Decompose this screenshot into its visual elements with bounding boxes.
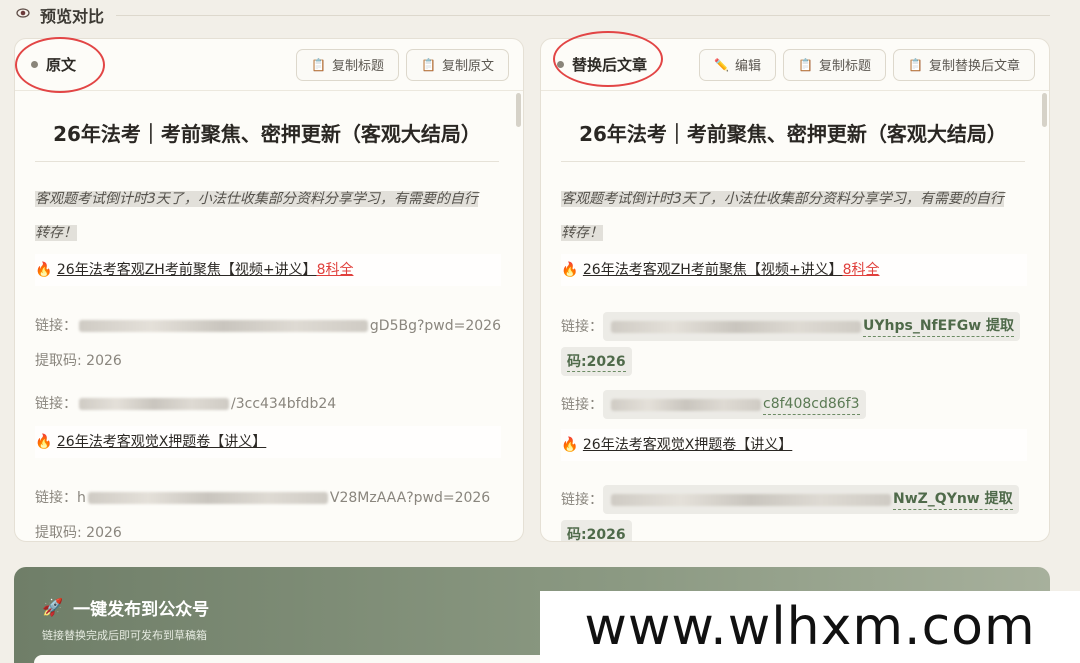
- intro-quote: 客观题考试倒计时3天了，小法仕收集部分资料分享学习，有需要的自行 转存！: [35, 182, 501, 250]
- link-line: 链接： gD5Bg?pwd=2026: [35, 316, 501, 336]
- link-head: h: [77, 490, 86, 506]
- fire-icon: 🔥: [561, 262, 579, 278]
- extract-code: 提取码: 2026: [35, 353, 122, 369]
- replaced-content: 26年法考｜考前聚焦、密押更新（客观大结局） 客观题考试倒计时3天了，小法仕收集…: [541, 92, 1049, 541]
- replaced-link-tag[interactable]: NwZ_QYnw 提取: [603, 485, 1019, 514]
- link-label: 链接：: [561, 318, 603, 335]
- resource-item[interactable]: 🔥 26年法考客观觉X押题卷【讲义】: [35, 426, 501, 458]
- edit-label: 编辑: [735, 59, 762, 74]
- original-panel: 原文 📋 复制标题 📋 复制原文 26年法考｜考前聚焦、密押更新（客观大结局） …: [14, 38, 524, 542]
- resource-item-text: 26年法考客观ZH考前聚焦【视频+讲义】: [56, 262, 317, 278]
- extract-code-tag[interactable]: 码:2026: [561, 347, 632, 376]
- section-divider: [116, 14, 1050, 16]
- redacted-link: [79, 320, 368, 332]
- publish-panel[interactable]: [34, 655, 554, 663]
- link-label: 链接：: [561, 491, 603, 508]
- resource-item-highlight: 8科全: [842, 262, 880, 278]
- section-title: 预览对比: [40, 7, 105, 26]
- redacted-link: [79, 398, 229, 410]
- copy-title-button[interactable]: 📋 复制标题: [296, 48, 400, 81]
- replaced-link-tag[interactable]: c8f408cd86f3: [603, 390, 866, 419]
- clipboard-icon: 📋: [908, 57, 923, 72]
- intro-quote: 客观题考试倒计时3天了，小法仕收集部分资料分享学习，有需要的自行 转存！: [561, 182, 1027, 250]
- extract-code: 码:2026: [567, 524, 626, 541]
- link-line: 链接： NwZ_QYnw 提取: [561, 485, 1027, 514]
- replaced-panel-title: 替换后文章: [572, 56, 648, 74]
- status-dot: [31, 61, 38, 68]
- link-line: 链接： c8f408cd86f3: [561, 390, 1027, 419]
- link-label: 链接：: [561, 396, 603, 413]
- article-title: 26年法考｜考前聚焦、密押更新（客观大结局）: [561, 92, 1025, 162]
- redacted-link: [611, 493, 891, 506]
- clipboard-icon: 📋: [421, 57, 436, 72]
- eye-icon: [16, 6, 30, 24]
- extract-code-row: 码:2026: [561, 347, 1027, 376]
- replaced-link-tag[interactable]: UYhps_NfEFGw 提取: [603, 312, 1021, 341]
- rocket-icon: 🚀: [42, 597, 64, 618]
- watermark: www.wlhxm.com: [540, 591, 1080, 663]
- copy-original-label: 复制原文: [441, 59, 494, 74]
- quote-line-2: 转存！: [35, 225, 77, 241]
- redacted-link: [611, 398, 761, 411]
- resource-item[interactable]: 🔥 26年法考客观ZH考前聚焦【视频+讲义】8科全: [561, 254, 1027, 286]
- publish-title: 一键发布到公众号: [73, 600, 210, 620]
- publish-title-row: 🚀 一键发布到公众号: [42, 595, 210, 621]
- resource-item[interactable]: 🔥 26年法考客观觉X押题卷【讲义】: [561, 429, 1027, 461]
- copy-title-label: 复制标题: [819, 59, 872, 74]
- article-title: 26年法考｜考前聚焦、密押更新（客观大结局）: [35, 92, 499, 162]
- extract-code: 码:2026: [567, 351, 626, 372]
- replaced-panel: 替换后文章 ✏️ 编辑 📋 复制标题 📋 复制替换后文章 26年法考｜考前聚焦、…: [540, 38, 1050, 542]
- copy-replaced-label: 复制替换后文章: [928, 59, 1020, 74]
- copy-replaced-button[interactable]: 📋 复制替换后文章: [893, 48, 1035, 81]
- fire-icon: 🔥: [561, 437, 579, 453]
- resource-item[interactable]: 🔥 26年法考客观ZH考前聚焦【视频+讲义】8科全: [35, 254, 501, 286]
- replaced-panel-header: 替换后文章 ✏️ 编辑 📋 复制标题 📋 复制替换后文章: [541, 39, 1049, 91]
- link-label: 链接：: [35, 396, 77, 412]
- fire-icon: 🔥: [35, 434, 53, 450]
- status-dot: [557, 61, 564, 68]
- pencil-icon: ✏️: [714, 57, 730, 72]
- original-panel-header: 原文 📋 复制标题 📋 复制原文: [15, 39, 523, 91]
- clipboard-icon: 📋: [311, 57, 327, 72]
- clipboard-icon: 📋: [798, 57, 814, 72]
- preview-compare-header: 预览对比: [16, 0, 1050, 30]
- edit-button[interactable]: ✏️ 编辑: [699, 48, 777, 81]
- link-line: 链接： UYhps_NfEFGw 提取: [561, 312, 1027, 341]
- copy-title-label: 复制标题: [332, 59, 385, 74]
- publish-subtitle: 链接替换完成后即可发布到草稿箱: [42, 629, 207, 642]
- extract-code-row: 码:2026: [561, 520, 1027, 541]
- redacted-link: [87, 492, 328, 504]
- link-tail: NwZ_QYnw 提取: [893, 489, 1013, 510]
- link-tail: V28MzAAA?pwd=2026: [329, 490, 491, 506]
- link-line: 链接： /3cc434bfdb24: [35, 394, 501, 414]
- resource-item-text: 26年法考客观觉X押题卷【讲义】: [56, 434, 267, 450]
- original-content: 26年法考｜考前聚焦、密押更新（客观大结局） 客观题考试倒计时3天了，小法仕收集…: [15, 92, 523, 541]
- resource-item-text: 26年法考客观ZH考前聚焦【视频+讲义】: [582, 262, 843, 278]
- link-label: 链接：: [35, 318, 77, 334]
- link-tail: gD5Bg?pwd=2026: [369, 318, 501, 334]
- redacted-link: [611, 320, 861, 333]
- fire-icon: 🔥: [35, 262, 53, 278]
- link-line: 链接： h V28MzAAA?pwd=2026: [35, 488, 501, 508]
- quote-line-2: 转存！: [561, 225, 603, 241]
- quote-line-1: 客观题考试倒计时3天了，小法仕收集部分资料分享学习，有需要的自行: [35, 191, 478, 207]
- extract-code: 提取码: 2026: [35, 525, 122, 541]
- link-tail: c8f408cd86f3: [763, 394, 860, 415]
- original-panel-title: 原文: [46, 56, 77, 74]
- link-tail: UYhps_NfEFGw 提取: [863, 316, 1015, 337]
- link-label: 链接：: [35, 490, 77, 506]
- copy-title-button[interactable]: 📋 复制标题: [783, 48, 887, 81]
- resource-item-text: 26年法考客观觉X押题卷【讲义】: [582, 437, 793, 453]
- extract-code-tag[interactable]: 码:2026: [561, 520, 632, 541]
- copy-original-button[interactable]: 📋 复制原文: [406, 48, 509, 81]
- link-tail: /3cc434bfdb24: [231, 396, 337, 412]
- quote-line-1: 客观题考试倒计时3天了，小法仕收集部分资料分享学习，有需要的自行: [561, 191, 1004, 207]
- resource-item-highlight: 8科全: [316, 262, 354, 278]
